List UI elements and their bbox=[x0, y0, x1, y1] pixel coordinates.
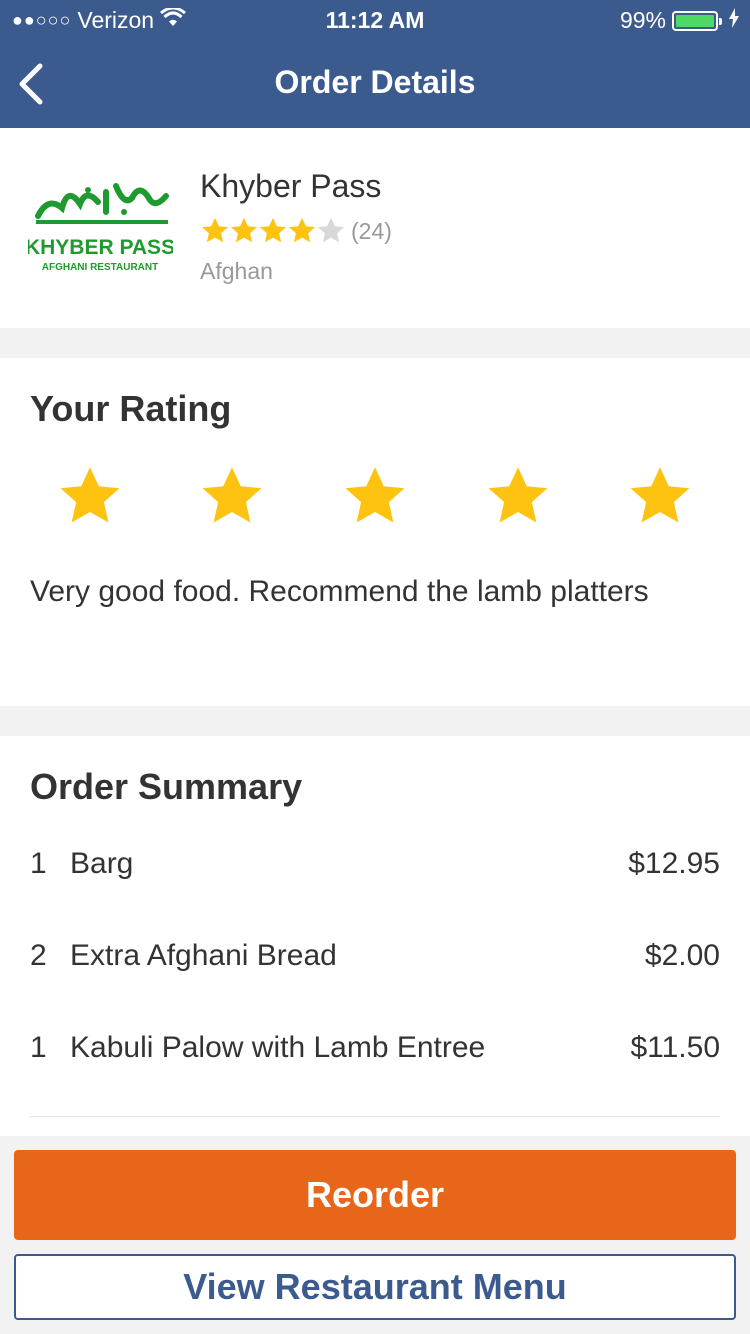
item-quantity: 2 bbox=[30, 939, 47, 972]
star-filled-icon bbox=[289, 217, 315, 243]
battery-percent: 99% bbox=[619, 7, 666, 33]
restaurant-card[interactable]: KHYBER PASS AFGHANI RESTAURANT Khyber Pa… bbox=[0, 128, 750, 328]
rating-star-1[interactable] bbox=[56, 463, 124, 531]
item-quantity: 1 bbox=[30, 1031, 47, 1064]
charging-bolt-icon bbox=[728, 7, 740, 34]
battery-icon bbox=[672, 10, 722, 31]
action-bar: Reorder View Restaurant Menu bbox=[0, 1136, 750, 1334]
star-filled-icon bbox=[202, 217, 228, 243]
rating-star-2[interactable] bbox=[198, 463, 266, 531]
star-filled-icon bbox=[231, 217, 257, 243]
rating-star-4[interactable] bbox=[484, 463, 552, 531]
star-empty-icon bbox=[318, 217, 344, 243]
item-name: Kabuli Palow with Lamb Entree bbox=[70, 1031, 486, 1064]
review-count: (24) bbox=[351, 217, 392, 244]
restaurant-name: Khyber Pass bbox=[200, 168, 382, 204]
your-rating-section: Your Rating Very good food. Recommend th… bbox=[0, 358, 750, 706]
your-rating-title: Your Rating bbox=[30, 388, 232, 429]
star-icon bbox=[630, 467, 690, 523]
top-bar: ●●○○○ Verizon 11:12 AM 99% Order Details bbox=[0, 0, 750, 128]
status-right: 99% bbox=[620, 7, 740, 34]
svg-text:AFGHANI RESTAURANT: AFGHANI RESTAURANT bbox=[42, 262, 158, 273]
item-price: $12.95 bbox=[628, 847, 720, 880]
item-price: $2.00 bbox=[644, 939, 720, 972]
order-item: 1 Barg $12.95 bbox=[30, 839, 720, 889]
view-restaurant-menu-button[interactable]: View Restaurant Menu bbox=[14, 1254, 736, 1320]
restaurant-rating: (24) bbox=[200, 216, 392, 246]
order-item: 2 Extra Afghani Bread $2.00 bbox=[30, 931, 720, 981]
star-icon bbox=[202, 467, 262, 523]
reorder-button[interactable]: Reorder bbox=[14, 1150, 736, 1240]
order-item: 1 Kabuli Palow with Lamb Entree $11.50 bbox=[30, 1023, 720, 1073]
star-icon bbox=[60, 467, 120, 523]
item-name: Barg bbox=[70, 847, 134, 880]
rating-star-5[interactable] bbox=[626, 463, 694, 531]
rating-star-3[interactable] bbox=[341, 463, 409, 531]
star-icon bbox=[488, 467, 548, 523]
restaurant-cuisine: Afghan bbox=[200, 258, 273, 284]
restaurant-star-row bbox=[200, 216, 345, 246]
restaurant-logo: KHYBER PASS AFGHANI RESTAURANT bbox=[25, 178, 175, 278]
page-title: Order Details bbox=[274, 64, 476, 100]
item-name: Extra Afghani Bread bbox=[70, 939, 337, 972]
star-icon bbox=[345, 467, 405, 523]
star-filled-icon bbox=[260, 217, 286, 243]
status-bar: ●●○○○ Verizon 11:12 AM 99% bbox=[0, 0, 750, 40]
divider bbox=[30, 1116, 720, 1117]
order-summary-section: Order Summary 1 Barg $12.95 2 Extra Afgh… bbox=[0, 736, 750, 1136]
item-quantity: 1 bbox=[30, 847, 47, 880]
your-rating-stars bbox=[0, 463, 750, 533]
item-price: $11.50 bbox=[630, 1031, 720, 1064]
svg-text:KHYBER PASS: KHYBER PASS bbox=[28, 236, 173, 259]
review-text: Very good food. Recommend the lamb platt… bbox=[30, 575, 649, 608]
order-summary-title: Order Summary bbox=[30, 766, 303, 807]
